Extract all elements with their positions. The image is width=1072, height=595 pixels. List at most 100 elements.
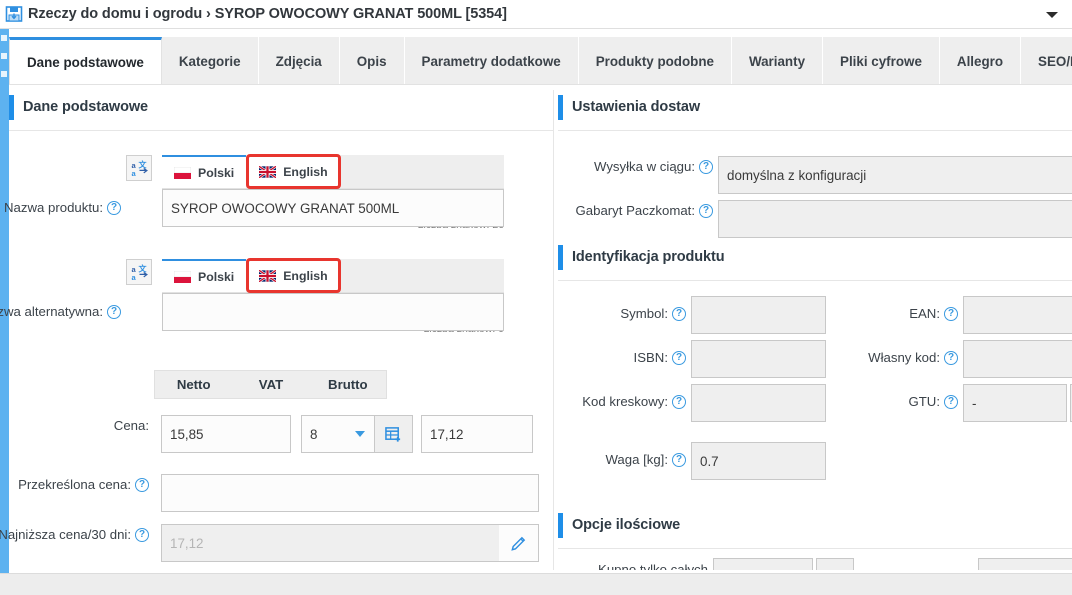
section-accent-bar: [9, 95, 14, 120]
parcel-size-input[interactable]: [718, 200, 1072, 238]
quantity-extra-input[interactable]: [978, 558, 1072, 570]
help-icon[interactable]: ?: [672, 306, 686, 321]
alt-name-language-widget: a 文 a Polski English: [126, 258, 554, 331]
whole-units-input[interactable]: [713, 558, 813, 570]
tab-parametry-dodatkowe[interactable]: Parametry dodatkowe: [404, 37, 579, 85]
help-icon[interactable]: ?: [107, 200, 121, 215]
vat-table-add-button[interactable]: [375, 415, 413, 453]
flag-uk-icon: [258, 268, 277, 283]
edge-marker: [1, 71, 7, 77]
symbol-label-group: Symbol: ?: [558, 306, 686, 321]
help-icon[interactable]: ?: [135, 527, 149, 542]
help-icon[interactable]: ?: [944, 394, 958, 409]
lowest-price-edit-button[interactable]: [499, 524, 539, 562]
price-vat-input[interactable]: 8: [301, 415, 345, 453]
tab-allegro[interactable]: Allegro: [939, 37, 1022, 85]
tab-kategorie[interactable]: Kategorie: [161, 37, 259, 85]
product-name-language-widget: a 文 a Polski English SYROP OWOCOWY GRANA…: [126, 154, 554, 227]
struck-price-input[interactable]: [161, 474, 539, 512]
section-title: Identyfikacja produktu: [572, 249, 725, 265]
barcode-input[interactable]: [691, 384, 826, 422]
price-row: 15,85 8 17,12: [161, 415, 533, 453]
alt-name-input[interactable]: [162, 293, 504, 331]
section-rule: [9, 130, 554, 131]
section-accent-bar: [558, 513, 563, 538]
section-identyfikacja-produktu: Identyfikacja produktu: [558, 240, 1072, 281]
product-name-language-tabs[interactable]: Polski English: [162, 154, 504, 189]
help-icon[interactable]: ?: [944, 350, 958, 365]
price-brutto-input[interactable]: 17,12: [421, 415, 533, 453]
svg-text:文: 文: [138, 160, 147, 170]
struck-price-label-group: Przekreślona cena: ?: [9, 477, 149, 492]
own-code-label-group: Własny kod: ?: [848, 350, 958, 365]
save-document-icon: [4, 4, 24, 24]
help-icon[interactable]: ?: [699, 159, 713, 174]
main-tab-bar[interactable]: Dane podstawowe Kategorie Zdjęcia Opis Param…: [9, 37, 1072, 85]
symbol-label: Symbol:: [620, 306, 668, 321]
help-icon[interactable]: ?: [135, 477, 149, 492]
price-col-netto: Netto: [176, 377, 211, 392]
tab-dane-podstawowe[interactable]: Dane podstawowe: [9, 37, 162, 85]
language-tab-polski[interactable]: Polski: [162, 155, 247, 188]
translate-icon[interactable]: a 文 a: [126, 155, 152, 181]
tab-pliki-cyfrowe[interactable]: Pliki cyfrowe: [823, 37, 940, 85]
alt-name-label-group: Nazwa alternatywna: ?: [0, 304, 121, 319]
help-icon[interactable]: ?: [944, 306, 958, 321]
shipping-time-label-group: Wysyłka w ciągu: ?: [558, 159, 713, 174]
parcel-size-label: Gabaryt Paczkomat:: [575, 203, 695, 218]
struck-price-label: Przekreślona cena:: [18, 477, 131, 492]
tab-warianty[interactable]: Warianty: [731, 37, 824, 85]
tab-zdj-cia[interactable]: Zdjęcia: [258, 37, 340, 85]
lowest-price-input[interactable]: 17,12: [161, 524, 499, 562]
tab-opis[interactable]: Opis: [339, 37, 405, 85]
section-rule: [558, 280, 1072, 281]
help-icon[interactable]: ?: [107, 304, 121, 319]
left-column: Dane podstawowe a 文 a Polski English SYR…: [0, 90, 554, 570]
whole-units-dropdown[interactable]: [816, 558, 854, 570]
svg-text:a: a: [131, 273, 136, 281]
language-tab-label: Polski: [198, 269, 235, 284]
isbn-input[interactable]: [691, 340, 826, 378]
tab-produkty-podobne[interactable]: Produkty podobne: [578, 37, 732, 85]
section-title: Ustawienia dostaw: [572, 99, 701, 115]
language-tab-english[interactable]: English: [246, 154, 341, 189]
gtu-input[interactable]: -: [963, 384, 1067, 422]
language-tab-english[interactable]: English: [246, 258, 341, 293]
section-rule: [558, 130, 1072, 131]
own-code-label: Własny kod:: [868, 350, 940, 365]
product-name-input[interactable]: SYROP OWOCOWY GRANAT 500ML: [162, 189, 504, 227]
section-dane-podstawowe: Dane podstawowe: [9, 90, 554, 131]
alt-name-language-tabs[interactable]: Polski English: [162, 258, 504, 293]
price-vat-dropdown[interactable]: [345, 415, 375, 453]
translate-icon[interactable]: a 文 a: [126, 259, 152, 285]
tab-seo-notatka[interactable]: SEO/Notatka: [1021, 37, 1072, 85]
lowest-price-label: Najniższa cena/30 dni:: [0, 527, 131, 542]
chevron-down-icon: [354, 431, 365, 437]
weight-input[interactable]: 0.7: [691, 442, 826, 480]
barcode-label-group: Kod kreskowy: ?: [558, 394, 686, 409]
product-edit-window: Rzeczy do domu i ogrodu › SYROP OWOCOWY …: [0, 0, 1072, 595]
tab-bar-underline: [9, 84, 1072, 85]
ean-label: EAN:: [909, 306, 940, 321]
parcel-size-label-group: Gabaryt Paczkomat: ?: [558, 203, 713, 218]
help-icon[interactable]: ?: [672, 394, 686, 409]
flag-poland-icon: [173, 166, 192, 179]
section-opcje-ilosciowe: Opcje ilościowe: [558, 508, 1072, 549]
isbn-label: ISBN:: [633, 350, 668, 365]
edge-marker: [1, 35, 7, 41]
ean-input[interactable]: [963, 296, 1072, 334]
symbol-input[interactable]: [691, 296, 826, 334]
shipping-time-input[interactable]: domyślna z konfiguracji: [718, 156, 1072, 194]
price-table-header: Netto VAT Brutto: [154, 370, 387, 399]
price-netto-input[interactable]: 15,85: [161, 415, 291, 453]
chevron-down-icon[interactable]: [1046, 12, 1058, 18]
section-title: Opcje ilościowe: [572, 517, 681, 533]
language-tab-label: English: [283, 268, 328, 283]
help-icon[interactable]: ?: [672, 350, 686, 365]
help-icon[interactable]: ?: [699, 203, 713, 218]
language-tab-polski[interactable]: Polski: [162, 259, 247, 292]
own-code-input[interactable]: [963, 340, 1072, 378]
language-tab-label: English: [283, 164, 328, 179]
weight-label-group: Waga [kg]: ?: [558, 452, 686, 467]
help-icon[interactable]: ?: [672, 452, 686, 467]
